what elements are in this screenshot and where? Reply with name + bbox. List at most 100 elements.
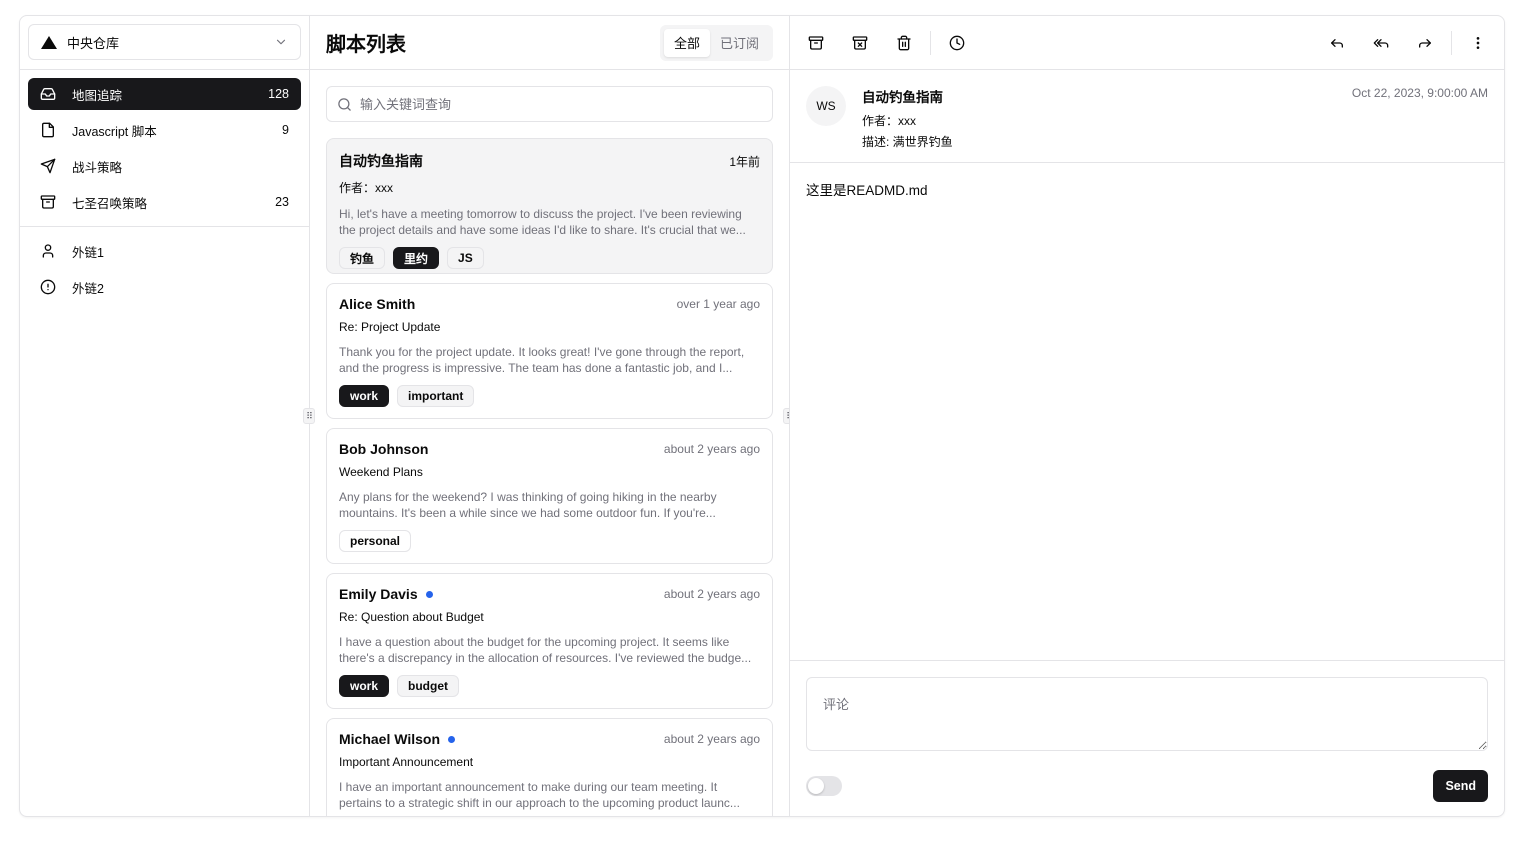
clock-icon <box>949 35 965 50</box>
card-preview: Thank you for the project update. It loo… <box>339 345 745 375</box>
unread-dot <box>448 735 456 743</box>
card-name: Bob Johnson <box>339 441 429 457</box>
card-title: Bob Johnson <box>339 441 428 457</box>
card-labels: work budget <box>339 675 760 697</box>
card-title: 自动钓鱼指南 <box>339 151 423 171</box>
list-item[interactable]: Michael Wilson about 2 years ago Importa… <box>326 718 773 816</box>
detail-meta: 自动钓鱼指南 作者：xxx 描述: 满世界钓鱼 <box>862 86 1352 149</box>
detail-title: 自动钓鱼指南 <box>862 90 943 105</box>
card-date: 1年前 <box>729 154 760 169</box>
detail-description: 描述: 满世界钓鱼 <box>862 135 953 149</box>
nav-item-map-tracking[interactable]: 地图追踪 128 <box>28 78 301 110</box>
card-labels: personal <box>339 530 760 552</box>
comment-form: Send <box>790 660 1504 816</box>
archive-x-icon <box>852 35 868 50</box>
tag-badge: work <box>339 675 390 697</box>
detail-toolbar <box>790 16 1504 70</box>
toolbar-divider <box>930 30 931 55</box>
file-icon <box>42 122 54 138</box>
card-subject: 作者：xxx <box>339 181 394 195</box>
nav-item-count: 9 <box>282 123 289 137</box>
nav-item-label: Javascript 脚本 <box>72 124 157 139</box>
search-box <box>326 86 773 122</box>
toolbar-divider <box>1451 30 1452 55</box>
comment-input[interactable] <box>806 677 1488 751</box>
card-date: over 1 year ago <box>676 297 760 311</box>
resize-handle-left[interactable]: ⠿ <box>303 408 315 424</box>
nav-item-link-1[interactable]: 外链1 <box>28 235 301 267</box>
list-item[interactable]: Emily Davis about 2 years ago Re: Questi… <box>326 573 773 709</box>
nav-item-label: 外链2 <box>72 281 104 296</box>
send-button[interactable]: Send <box>1433 770 1488 802</box>
secondary-nav: 外链1 外链2 <box>20 227 309 311</box>
filter-tabs: 全部 已订阅 <box>659 24 773 61</box>
reply-all-icon <box>1373 38 1389 48</box>
forward-button[interactable] <box>1407 25 1443 61</box>
archive-button[interactable] <box>798 25 834 61</box>
archive-icon <box>808 35 824 50</box>
snooze-button[interactable] <box>939 25 975 61</box>
search-icon <box>338 97 351 111</box>
detail-header: WS 自动钓鱼指南 作者：xxx 描述: 满世界钓鱼 Oct 22, 2023,… <box>790 70 1504 163</box>
list-item[interactable]: Alice Smith over 1 year ago Re: Project … <box>326 283 773 419</box>
nav-item-label: 七圣召唤策略 <box>72 196 148 211</box>
reply-button[interactable] <box>1319 25 1355 61</box>
card-name: 自动钓鱼指南 <box>339 153 423 169</box>
card-header: Michael Wilson about 2 years ago <box>339 731 760 747</box>
forward-icon <box>1419 38 1431 48</box>
card-date: about 2 years ago <box>663 442 760 456</box>
detail-author: 作者：xxx <box>862 114 917 128</box>
card-subject: Weekend Plans <box>339 465 423 479</box>
primary-nav: 地图追踪 128 Javascript 脚本 9 战斗策略 七圣召唤策略 23 <box>20 70 309 227</box>
card-date: about 2 years ago <box>663 587 760 601</box>
card-header: 自动钓鱼指南 1年前 <box>339 151 760 171</box>
card-header: Alice Smith over 1 year ago <box>339 296 760 312</box>
delete-button[interactable] <box>886 25 922 61</box>
card-preview: I have an important announcement to make… <box>339 780 740 810</box>
tag-badge: JS <box>447 247 484 269</box>
tab-all[interactable]: 全部 <box>663 28 710 57</box>
card-date: about 2 years ago <box>663 732 760 746</box>
nav-item-tcg-strategy[interactable]: 七圣召唤策略 23 <box>28 186 301 218</box>
card-header: Emily Davis about 2 years ago <box>339 586 760 602</box>
junk-button[interactable] <box>842 25 878 61</box>
search-bar <box>310 70 789 122</box>
nav-item-link-2[interactable]: 外链2 <box>28 271 301 303</box>
nav-item-count: 23 <box>275 195 289 209</box>
chevron-down-icon <box>276 39 286 45</box>
comment-footer: Send <box>806 770 1488 802</box>
user-icon <box>42 244 54 258</box>
account-switcher[interactable]: 中央仓库 <box>28 24 301 60</box>
archive-icon <box>40 195 56 209</box>
list-item[interactable]: 自动钓鱼指南 1年前 作者：xxx Hi, let's have a meeti… <box>326 138 773 274</box>
reply-all-button[interactable] <box>1363 25 1399 61</box>
card-name: Michael Wilson <box>339 731 441 747</box>
page-title: 脚本列表 <box>326 34 406 56</box>
card-name: Alice Smith <box>339 296 416 312</box>
alert-circle-icon <box>40 279 56 295</box>
tag-badge: important <box>397 385 475 407</box>
tag-badge: work <box>339 385 390 407</box>
trash-icon <box>897 35 911 50</box>
list-item[interactable]: Bob Johnson about 2 years ago Weekend Pl… <box>326 428 773 564</box>
nav-item-combat-strategy[interactable]: 战斗策略 <box>28 150 301 182</box>
send-icon <box>40 158 56 174</box>
mute-toggle[interactable] <box>806 776 842 796</box>
tag-badge: 里约 <box>393 247 440 269</box>
toggle-knob <box>808 778 824 794</box>
card-title: Michael Wilson <box>339 731 456 747</box>
card-subject: Important Announcement <box>339 755 474 769</box>
inbox-icon <box>40 88 56 100</box>
tab-subscribed[interactable]: 已订阅 <box>710 29 769 57</box>
resize-handle-right[interactable]: ⠿ <box>783 408 789 424</box>
card-labels: work important <box>339 385 760 407</box>
tag-badge: 钓鱼 <box>339 247 386 269</box>
script-list-panel: 脚本列表 全部 已订阅 自动钓鱼指南 1年前 作者：xxx Hi, let's … <box>310 16 790 816</box>
nav-item-label: 战斗策略 <box>72 160 123 175</box>
reply-icon <box>1331 38 1343 48</box>
tag-badge: budget <box>397 675 460 697</box>
more-button[interactable] <box>1460 25 1496 61</box>
nav-item-javascript[interactable]: Javascript 脚本 9 <box>28 114 301 146</box>
tag-badge: personal <box>339 530 412 552</box>
search-input[interactable] <box>360 96 762 112</box>
